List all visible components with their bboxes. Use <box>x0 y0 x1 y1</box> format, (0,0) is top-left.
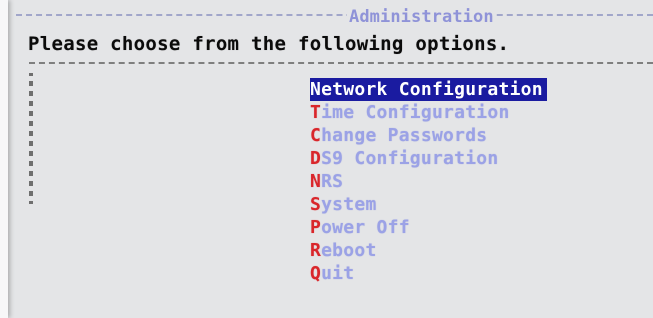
menu-item-system[interactable]: System <box>310 193 547 216</box>
border-dot <box>29 83 33 86</box>
menu-item-label: etwork Configuration <box>321 79 543 100</box>
inner-dashed-border <box>29 62 653 64</box>
menu-item-change-passwords[interactable]: Change Passwords <box>310 124 547 147</box>
border-dot <box>29 93 33 96</box>
menu-item-label: ime Configuration <box>321 102 510 123</box>
menu-item-label: ower Off <box>321 217 410 238</box>
menu-item-label: S9 Configuration <box>321 148 499 169</box>
border-dot <box>29 103 33 106</box>
menu-item-power-off[interactable]: Power Off <box>310 216 547 239</box>
menu-item-hotkey: C <box>310 125 322 146</box>
window-title: Administration <box>347 7 496 27</box>
border-dot <box>29 113 33 116</box>
screen-bezel-edge <box>0 0 8 318</box>
menu-item-ds9-configuration[interactable]: DS9 Configuration <box>310 147 547 170</box>
menu-item-quit[interactable]: Quit <box>310 262 547 285</box>
menu-item-nrs[interactable]: NRS <box>310 170 547 193</box>
menu-item-label: ystem <box>321 194 377 215</box>
administration-menu: Network Configuration Time Configuration… <box>310 78 547 285</box>
border-dot <box>29 143 33 146</box>
border-dot <box>29 163 33 166</box>
menu-item-hotkey: N <box>310 171 322 192</box>
menu-item-label: eboot <box>321 240 377 261</box>
menu-item-label: uit <box>321 263 355 284</box>
menu-item-hotkey: N <box>310 79 322 100</box>
menu-item-hotkey: D <box>310 148 322 169</box>
menu-prompt: Please choose from the following options… <box>28 33 510 55</box>
menu-item-reboot[interactable]: Reboot <box>310 239 547 262</box>
menu-item-hotkey: R <box>310 240 322 261</box>
menu-item-label: RS <box>321 171 344 192</box>
border-dot <box>29 173 33 176</box>
border-dot <box>29 183 33 186</box>
menu-item-time-configuration[interactable]: Time Configuration <box>310 101 547 124</box>
menu-item-hotkey: Q <box>310 263 322 284</box>
menu-item-hotkey: T <box>310 102 322 123</box>
terminal-screen: Administration Please choose from the fo… <box>0 0 653 318</box>
border-dot <box>29 153 33 156</box>
menu-item-hotkey: S <box>310 194 322 215</box>
menu-item-network-configuration[interactable]: Network Configuration <box>310 78 547 101</box>
border-dot <box>29 193 33 196</box>
border-dot <box>29 73 33 76</box>
window-top-border <box>16 14 653 16</box>
left-dotted-border <box>26 73 36 318</box>
menu-item-hotkey: P <box>310 217 322 238</box>
menu-item-label: hange Passwords <box>321 125 488 146</box>
border-dot <box>29 123 33 126</box>
border-dot <box>29 133 33 136</box>
